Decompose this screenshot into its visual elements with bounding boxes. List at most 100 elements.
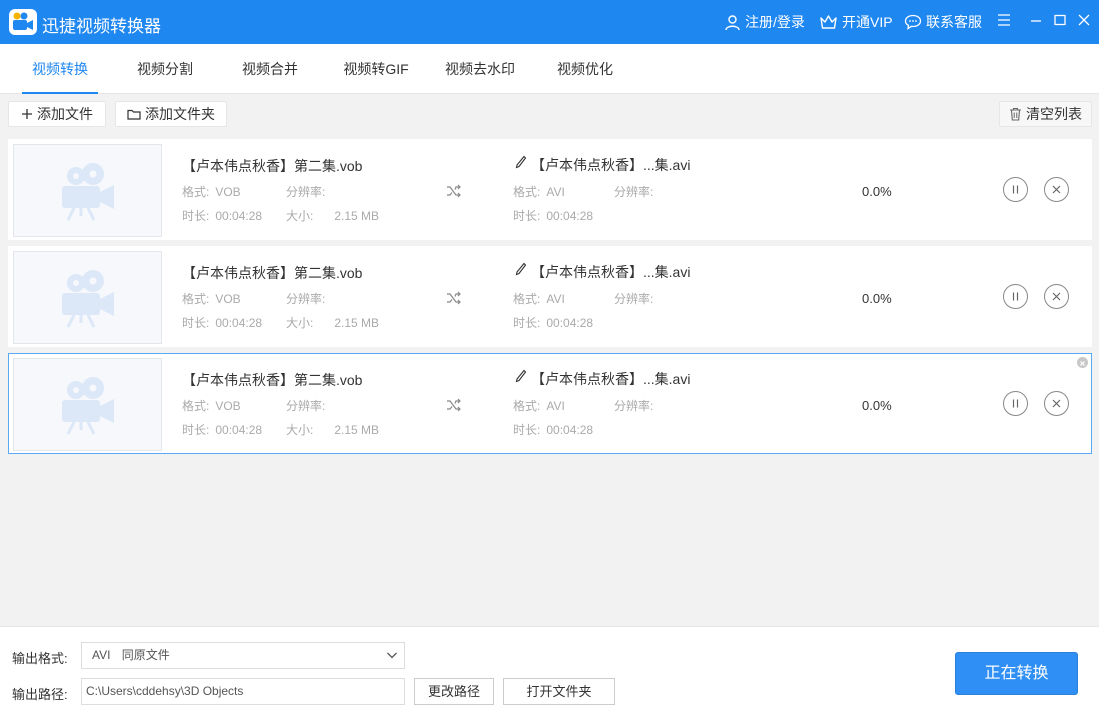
delete-item-icon[interactable] <box>1077 357 1088 368</box>
source-size: 大小: 2.15 MB <box>286 314 379 331</box>
bottom-bar: 输出格式: AVI 同原文件 输出路径: C:\Users\cddehsy\3D… <box>0 626 1099 720</box>
target-duration: 时长: 00:04:28 <box>513 421 593 438</box>
tab-remove-watermark[interactable]: 视频去水印 <box>438 44 522 94</box>
tab-video-convert[interactable]: 视频转换 <box>22 44 98 94</box>
target-file-name: 【卢本伟点秋香】...集.avi <box>531 157 691 173</box>
shuffle-icon <box>447 291 461 305</box>
title-bar: 迅捷视频转换器 注册/登录 开通VIP 联系客服 <box>0 0 1099 44</box>
target-resolution: 分辨率: <box>614 185 654 199</box>
remove-item-button[interactable] <box>1044 177 1069 202</box>
support-link[interactable]: 联系客服 <box>904 12 982 32</box>
format-label: 格式: <box>182 185 210 199</box>
duration-label: 时长: <box>513 423 541 437</box>
format-value: AVI <box>546 185 565 199</box>
duration-value: 00:04:28 <box>215 209 263 223</box>
login-link[interactable]: 注册/登录 <box>724 12 805 32</box>
format-label: 格式: <box>182 292 210 306</box>
size-label: 大小: <box>286 423 314 437</box>
pause-icon <box>1012 399 1019 408</box>
duration-value: 00:04:28 <box>546 423 594 437</box>
file-item-selected[interactable]: 【卢本伟点秋香】第二集.vob 格式: VOB 分辨率: 时长: 00:04:28 … <box>8 353 1092 454</box>
vip-label: 开通VIP <box>842 14 893 30</box>
source-duration: 时长: 00:04:28 <box>182 314 262 331</box>
target-duration: 时长: 00:04:28 <box>513 314 593 331</box>
file-item[interactable]: 【卢本伟点秋香】第二集.vob 格式: VOB 分辨率: 时长: 00:04:28 … <box>8 139 1092 240</box>
output-format-select[interactable]: AVI 同原文件 <box>81 642 405 669</box>
add-file-button[interactable]: 添加文件 <box>8 101 106 127</box>
source-format: 格式: VOB <box>182 397 241 414</box>
target-resolution: 分辨率: <box>614 292 654 306</box>
target-format: 格式: AVI <box>513 290 565 307</box>
duration-value: 00:04:28 <box>215 423 263 437</box>
duration-label: 时长: <box>513 316 541 330</box>
format-label: 格式: <box>513 399 541 413</box>
source-format: 格式: VOB <box>182 290 241 307</box>
duration-label: 时长: <box>513 209 541 223</box>
support-label: 联系客服 <box>926 14 982 30</box>
add-folder-button[interactable]: 添加文件夹 <box>115 101 227 127</box>
size-value: 2.15 MB <box>334 209 380 223</box>
output-format-quality: 同原文件 <box>121 648 170 662</box>
close-icon <box>1052 185 1061 194</box>
edit-pencil-icon[interactable] <box>515 369 527 383</box>
output-path-label: 输出路径: <box>12 687 68 702</box>
add-file-label: 添加文件 <box>37 106 93 122</box>
tab-video-merge[interactable]: 视频合并 <box>232 44 308 94</box>
app-title: 迅捷视频转换器 <box>42 17 161 36</box>
close-icon <box>1052 292 1061 301</box>
video-camera-icon <box>62 270 114 328</box>
video-camera-icon <box>62 163 114 221</box>
source-size: 大小: 2.15 MB <box>286 207 379 224</box>
format-value: AVI <box>546 292 565 306</box>
output-format-value: AVI <box>92 648 111 662</box>
tab-video-split[interactable]: 视频分割 <box>128 44 202 94</box>
edit-pencil-icon[interactable] <box>515 155 527 169</box>
tab-video-optimize[interactable]: 视频优化 <box>548 44 622 94</box>
source-resolution: 分辨率: <box>286 399 326 413</box>
change-path-button[interactable]: 更改路径 <box>414 678 494 705</box>
clear-list-label: 清空列表 <box>1026 106 1082 122</box>
format-label: 格式: <box>513 185 541 199</box>
minimize-icon[interactable] <box>1028 12 1048 32</box>
duration-label: 时长: <box>182 316 210 330</box>
edit-pencil-icon[interactable] <box>515 262 527 276</box>
tab-video-to-gif[interactable]: 视频转GIF <box>334 44 418 94</box>
add-folder-label: 添加文件夹 <box>145 106 215 122</box>
duration-label: 时长: <box>182 423 210 437</box>
vip-link[interactable]: 开通VIP <box>819 12 893 32</box>
target-format: 格式: AVI <box>513 397 565 414</box>
source-format: 格式: VOB <box>182 183 241 200</box>
folder-icon <box>127 109 141 120</box>
output-path-field[interactable]: C:\Users\cddehsy\3D Objects <box>81 678 405 705</box>
target-duration: 时长: 00:04:28 <box>513 207 593 224</box>
duration-label: 时长: <box>182 209 210 223</box>
clear-list-button[interactable]: 清空列表 <box>999 101 1092 127</box>
remove-item-button[interactable] <box>1044 284 1069 309</box>
source-resolution: 分辨率: <box>286 292 326 306</box>
shuffle-icon <box>447 184 461 198</box>
maximize-icon[interactable] <box>1052 12 1072 32</box>
login-label: 注册/登录 <box>745 14 805 30</box>
crown-icon <box>820 15 837 29</box>
format-value: VOB <box>215 399 241 413</box>
file-item[interactable]: 【卢本伟点秋香】第二集.vob 格式: VOB 分辨率: 时长: 00:04:28 … <box>8 246 1092 347</box>
source-file-name: 【卢本伟点秋香】第二集.vob <box>182 372 363 388</box>
pause-button[interactable] <box>1003 284 1028 309</box>
video-camera-icon <box>62 377 114 435</box>
close-icon[interactable] <box>1076 12 1096 32</box>
user-icon <box>725 14 740 30</box>
chevron-down-icon <box>387 652 397 659</box>
size-label: 大小: <box>286 209 314 223</box>
video-thumbnail <box>13 251 162 344</box>
open-folder-button[interactable]: 打开文件夹 <box>503 678 615 705</box>
source-resolution: 分辨率: <box>286 185 326 199</box>
source-duration: 时长: 00:04:28 <box>182 421 262 438</box>
progress-percent: 0.0% <box>862 184 892 199</box>
pause-button[interactable] <box>1003 391 1028 416</box>
chat-icon <box>904 14 922 30</box>
remove-item-button[interactable] <box>1044 391 1069 416</box>
pause-button[interactable] <box>1003 177 1028 202</box>
duration-value: 00:04:28 <box>546 209 594 223</box>
menu-icon[interactable] <box>996 12 1016 32</box>
convert-button[interactable]: 正在转换 <box>955 652 1078 695</box>
